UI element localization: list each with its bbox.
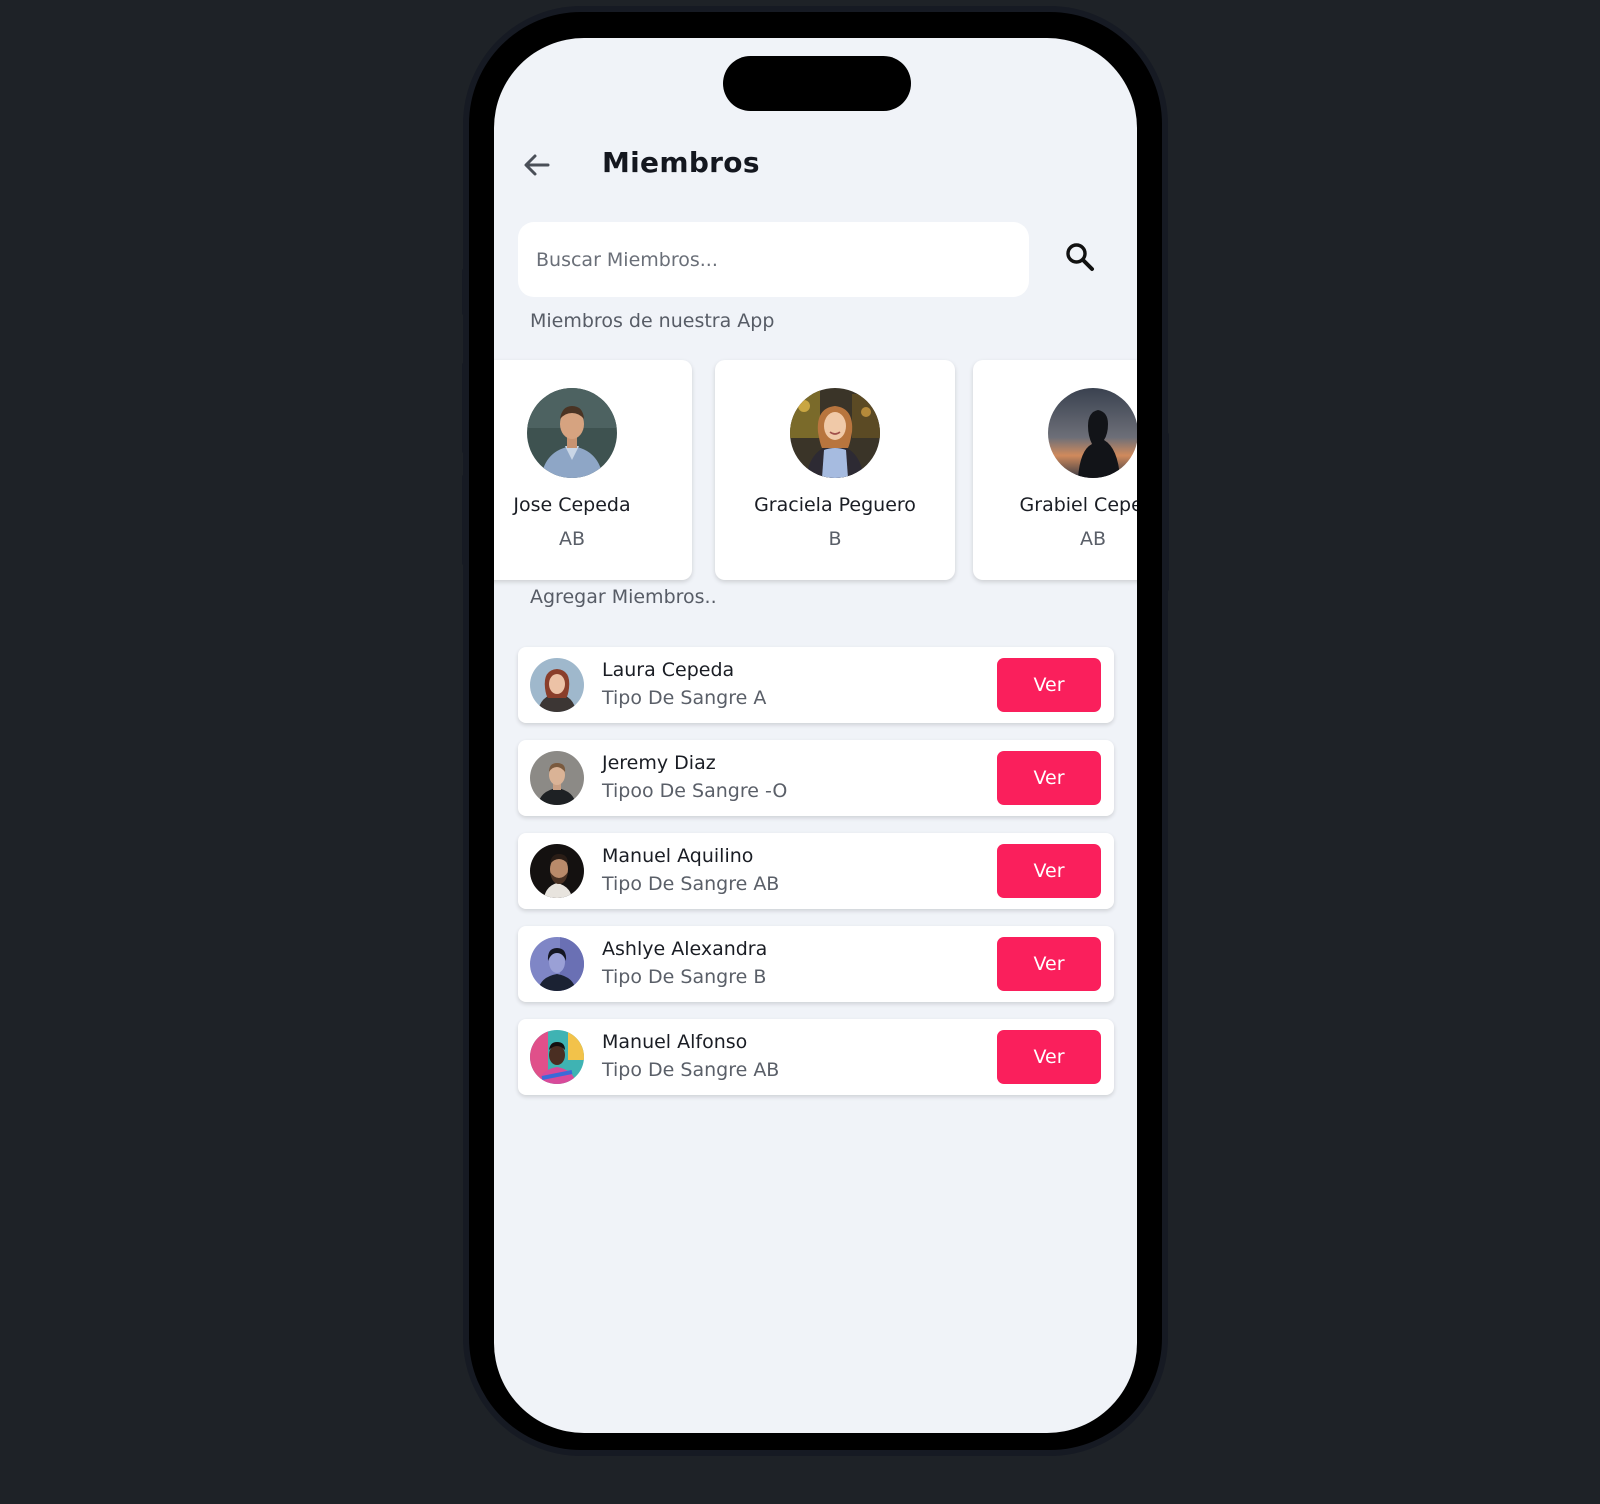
view-member-button[interactable]: Ver [997,937,1101,991]
featured-members-carousel[interactable]: Jose Cepeda AB Graciela Peguero B Grabie… [494,360,1137,582]
member-name: Graciela Peguero [754,494,916,516]
avatar [527,388,617,478]
member-card[interactable]: Jose Cepeda AB [494,360,692,580]
member-blood-type: AB [558,528,586,550]
member-name: Grabiel Cepeda [1019,494,1137,516]
arrow-left-icon [524,154,550,176]
search-input[interactable] [518,222,1029,297]
member-name: Jeremy Diaz [602,752,716,774]
avatar [1048,388,1137,478]
search-icon [1066,243,1094,271]
app-screen: Miembros Miembros de nuestra App [494,38,1137,1433]
member-blood-type: AB [1079,528,1107,550]
member-card[interactable]: Graciela Peguero B [715,360,955,580]
featured-section-label: Miembros de nuestra App [530,310,775,332]
member-blood-type: Tipo De Sangre AB [602,873,780,895]
view-member-button[interactable]: Ver [997,751,1101,805]
list-item: Laura Cepeda Tipo De Sangre A Ver [518,647,1114,723]
member-name: Manuel Alfonso [602,1031,748,1053]
back-button[interactable] [520,148,554,182]
view-member-button[interactable]: Ver [997,658,1101,712]
view-member-button[interactable]: Ver [997,1030,1101,1084]
member-blood-type: Tipoo De Sangre -O [602,780,788,802]
phone-mute-switch [462,268,468,316]
page-title: Miembros [602,146,760,179]
avatar [530,937,584,991]
member-name: Ashlye Alexandra [602,938,768,960]
member-blood-type: Tipo De Sangre B [602,966,767,988]
list-item: Jeremy Diaz Tipoo De Sangre -O Ver [518,740,1114,816]
avatar [530,844,584,898]
phone-volume-up [462,362,468,454]
member-card[interactable]: Grabiel Cepeda AB [973,360,1137,580]
dynamic-island [723,56,911,111]
member-blood-type: B [828,528,842,550]
phone-volume-down [462,474,468,566]
phone-power-button [1163,432,1169,592]
list-item: Ashlye Alexandra Tipo De Sangre B Ver [518,926,1114,1002]
member-blood-type: Tipo De Sangre A [602,687,767,709]
add-members-section-label: Agregar Miembros.. [530,586,717,608]
list-item: Manuel Alfonso Tipo De Sangre AB Ver [518,1019,1114,1095]
member-name: Laura Cepeda [602,659,735,681]
avatar [790,388,880,478]
avatar [530,658,584,712]
member-blood-type: Tipo De Sangre AB [602,1059,780,1081]
search-button[interactable] [1063,240,1097,274]
member-name: Manuel Aquilino [602,845,754,867]
avatar [530,1030,584,1084]
avatar [530,751,584,805]
member-name: Jose Cepeda [513,494,631,516]
view-member-button[interactable]: Ver [997,844,1101,898]
list-item: Manuel Aquilino Tipo De Sangre AB Ver [518,833,1114,909]
